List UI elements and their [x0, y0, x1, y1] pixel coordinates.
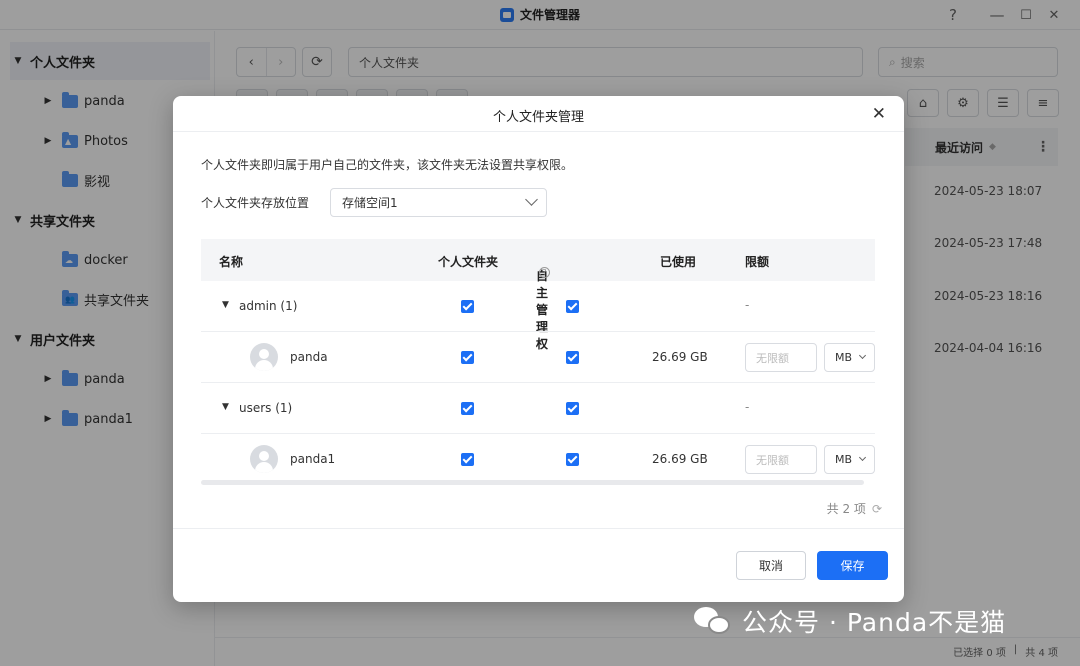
column-name: 名称	[219, 255, 244, 269]
used-space: 26.69 GB	[652, 350, 708, 364]
watermark: 公众号 · Panda不是猫	[694, 603, 1006, 639]
quota-input[interactable]: 无限额	[745, 445, 817, 474]
admin-rights-checkbox[interactable]	[566, 300, 579, 313]
item-count-text: 共 2 项	[826, 502, 866, 516]
close-icon[interactable]: ✕	[872, 104, 886, 124]
personal-folder-dialog: 个人文件夹管理 ✕ 个人文件夹即归属于用户自己的文件夹，该文件夹无法设置共享权限…	[173, 96, 904, 602]
personal-folder-checkbox[interactable]	[461, 453, 474, 466]
admin-rights-checkbox[interactable]	[566, 351, 579, 364]
table-header: 名称 个人文件夹 自主管理权? 已使用 限额	[201, 239, 875, 351]
wechat-logo-icon	[694, 605, 732, 637]
quota-value: -	[745, 400, 750, 414]
table-row: ▼ users (1) -	[201, 383, 875, 434]
chevron-down-icon	[858, 453, 867, 462]
location-label: 个人文件夹存放位置	[201, 196, 310, 210]
table-row: panda 26.69 GB 无限额 MB	[201, 332, 875, 383]
dialog-divider	[173, 528, 904, 529]
column-quota: 限额	[745, 255, 770, 269]
personal-folder-checkbox[interactable]	[461, 351, 474, 364]
admin-rights-checkbox[interactable]	[566, 402, 579, 415]
location-value: 存储空间1	[342, 196, 398, 210]
chevron-down-icon	[858, 351, 867, 360]
cancel-button[interactable]: 取消	[736, 551, 806, 580]
unit-value: MB	[835, 453, 853, 466]
avatar	[250, 445, 278, 473]
horizontal-scrollbar[interactable]	[201, 480, 864, 485]
group-name: users (1)	[239, 401, 293, 415]
column-used: 已使用	[660, 255, 697, 269]
unit-value: MB	[835, 351, 853, 364]
dialog-title: 个人文件夹管理	[492, 110, 584, 125]
personal-folder-checkbox[interactable]	[461, 402, 474, 415]
avatar	[250, 343, 278, 371]
item-count: 共 2 项 ⟳	[827, 500, 882, 517]
group-name: admin (1)	[239, 299, 298, 313]
table-row: panda1 26.69 GB 无限额 MB	[201, 434, 875, 485]
user-name: panda1	[290, 452, 336, 466]
watermark-text: 公众号 · Panda不是猫	[742, 608, 1007, 637]
column-personal-folder: 个人文件夹	[438, 255, 499, 269]
refresh-icon[interactable]: ⟳	[872, 502, 882, 516]
dialog-header: 个人文件夹管理 ✕	[173, 96, 904, 132]
personal-folder-checkbox[interactable]	[461, 300, 474, 313]
caret-down-icon[interactable]: ▼	[222, 300, 229, 310]
unit-select[interactable]: MB	[824, 343, 875, 372]
quota-input[interactable]: 无限额	[745, 343, 817, 372]
location-select[interactable]: 存储空间1	[330, 188, 547, 217]
table-row: ▼ admin (1) -	[201, 281, 875, 332]
caret-down-icon[interactable]: ▼	[222, 402, 229, 412]
used-space: 26.69 GB	[652, 452, 708, 466]
dialog-description: 个人文件夹即归属于用户自己的文件夹，该文件夹无法设置共享权限。	[201, 158, 574, 172]
admin-rights-checkbox[interactable]	[566, 453, 579, 466]
save-button[interactable]: 保存	[817, 551, 888, 580]
quota-value: -	[745, 298, 750, 312]
help-icon[interactable]: ?	[539, 267, 550, 278]
chevron-down-icon	[525, 193, 538, 206]
unit-select[interactable]: MB	[824, 445, 875, 474]
user-name: panda	[290, 350, 328, 364]
